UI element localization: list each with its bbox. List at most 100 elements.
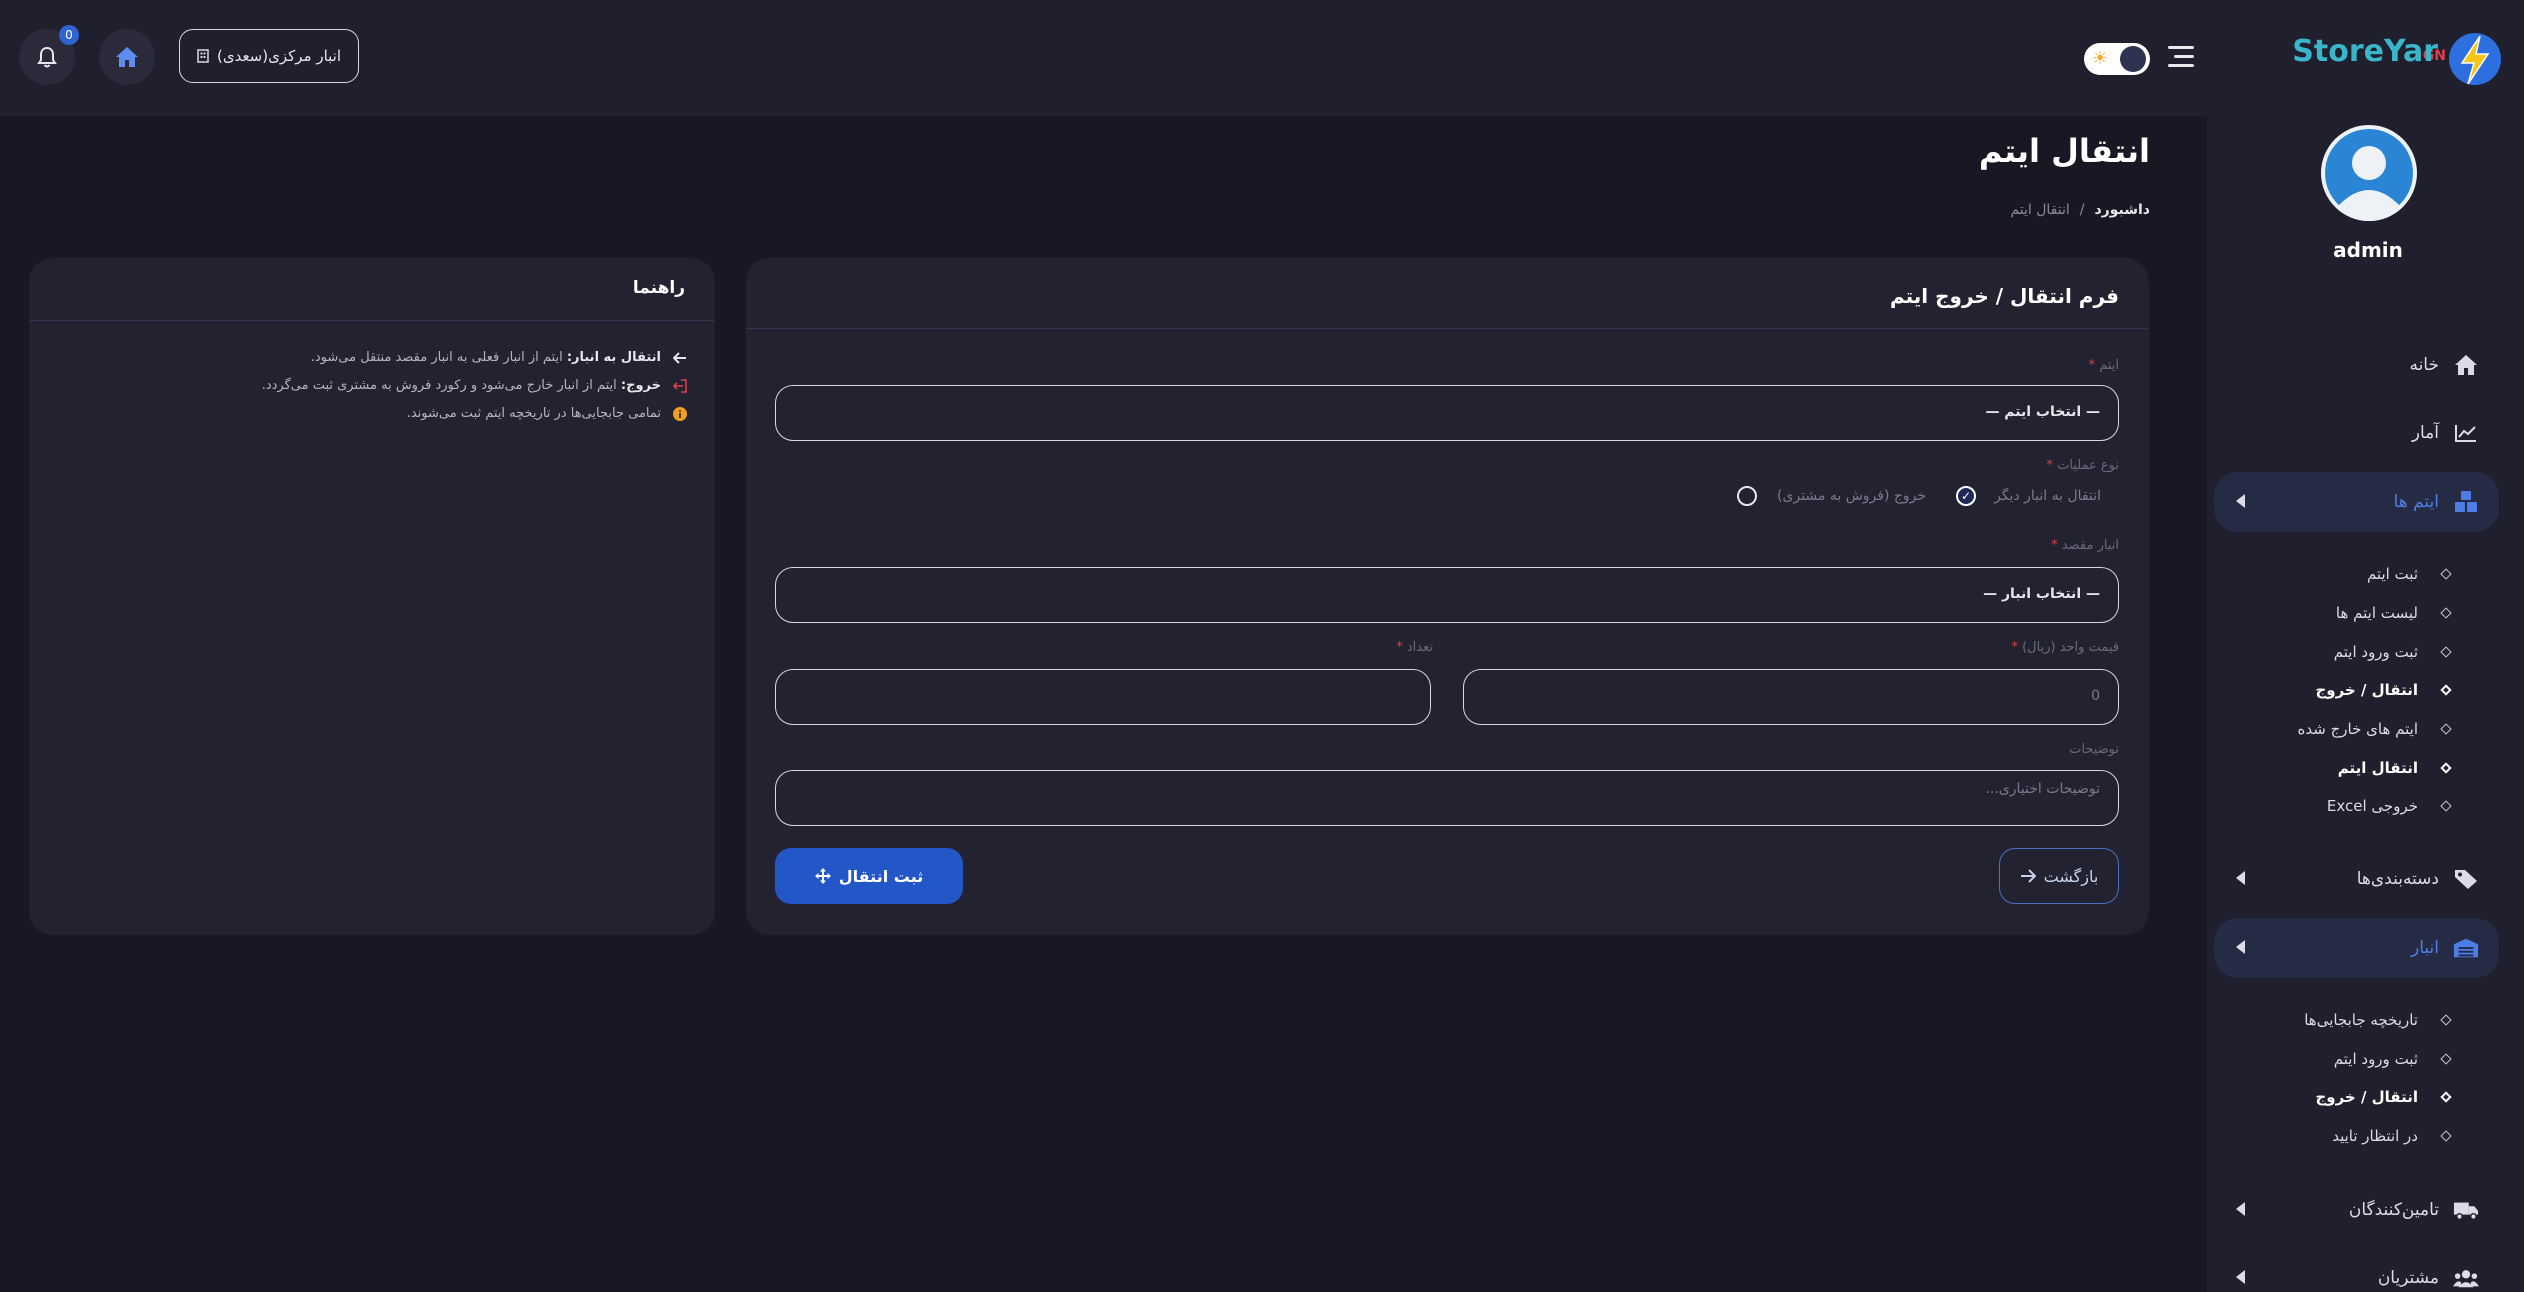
- truck-icon: [2453, 1197, 2479, 1223]
- breadcrumb-current: انتقال ایتم: [2010, 202, 2070, 218]
- sidebar-item-home[interactable]: خانه: [2214, 335, 2499, 395]
- radio-transfer[interactable]: [1956, 486, 1977, 506]
- divider: [29, 320, 715, 321]
- sub-item-label: انتقال / خروج: [2315, 1088, 2418, 1106]
- sidebar-item-items[interactable]: ایتم ها: [2214, 472, 2499, 532]
- sign-out-icon: [673, 378, 687, 393]
- radio-exit[interactable]: [1737, 486, 1758, 506]
- sidebar-item-stats[interactable]: آمار: [2214, 403, 2499, 463]
- brand-logo[interactable]: GN StoreYar: [2292, 26, 2512, 92]
- caret-left-icon: [2236, 1202, 2245, 1216]
- diamond-icon: [2440, 762, 2452, 774]
- arrow-right-icon: [2020, 869, 2036, 883]
- operation-type-group: انتقال به انبار دیگر خروج (فروش به مشتری…: [1737, 486, 2101, 506]
- menu-icon[interactable]: [2168, 46, 2194, 68]
- description-textarea[interactable]: توضیحات اختیاری...: [775, 770, 2119, 826]
- form-title: فرم انتقال / خروج ایتم: [1889, 284, 2119, 308]
- tags-icon: [2453, 866, 2479, 892]
- arrow-left-icon: [673, 351, 686, 364]
- sub-item-label: در انتظار تایید: [2332, 1127, 2418, 1145]
- store-label: انبار مرکزی(سعدی): [216, 47, 342, 65]
- destination-label: انبار مقصد *: [2051, 538, 2119, 553]
- item-label: ایتم *: [2088, 358, 2119, 373]
- theme-toggle[interactable]: ☀: [2084, 43, 2150, 75]
- diamond-icon: [2440, 800, 2452, 812]
- breadcrumb-home-link[interactable]: داشبورد: [2095, 202, 2151, 218]
- building-icon: [197, 49, 209, 63]
- sub-item-transfer-exit[interactable]: انتقال / خروج: [2254, 676, 2454, 704]
- item-select[interactable]: — انتخاب ایتم —: [775, 385, 2119, 441]
- description-placeholder: توضیحات اختیاری...: [1985, 781, 2100, 797]
- destination-select-value: — انتخاب انبار —: [1983, 586, 2100, 602]
- caret-left-icon: [2236, 871, 2245, 885]
- guide-line-history: تمامی جابجایی‌ها در تاریخچه ایتم ثبت می‌…: [407, 406, 687, 421]
- sidebar-item-categories[interactable]: دسته‌بندی‌ها: [2214, 849, 2499, 909]
- sub-item-add-item[interactable]: ثبت ایتم: [2254, 560, 2454, 588]
- operation-type-label: نوع عملیات *: [2046, 458, 2119, 473]
- sub-item-item-transfer[interactable]: انتقال ایتم: [2254, 754, 2454, 782]
- avatar[interactable]: [2321, 125, 2417, 221]
- user-avatar-icon: [2325, 129, 2413, 221]
- sidebar-item-label: ایتم ها: [2393, 492, 2439, 512]
- brand-name: StoreYar: [2292, 34, 2438, 69]
- sidebar-item-label: مشتریان: [2377, 1268, 2439, 1288]
- destination-select[interactable]: — انتخاب انبار —: [775, 567, 2119, 623]
- diamond-icon: [2440, 684, 2452, 696]
- quantity-input[interactable]: [775, 669, 1431, 725]
- sidebar-item-label: آمار: [2411, 423, 2439, 443]
- home-icon: [116, 47, 138, 67]
- warehouse-icon: [2453, 935, 2479, 961]
- sub-item-movement-history[interactable]: تاریخچه جابجایی‌ها: [2254, 1006, 2454, 1034]
- price-input[interactable]: 0: [1463, 669, 2119, 725]
- guide-line-exit: خروج: ایتم از انبار خارج می‌شود و رکورد …: [262, 378, 687, 393]
- caret-left-icon: [2236, 940, 2245, 954]
- sub-item-excel-export[interactable]: خروجی Excel: [2254, 792, 2454, 820]
- guide-line-transfer: انتقال به انبار: ایتم از انبار فعلی به ا…: [311, 350, 687, 365]
- sidebar-item-suppliers[interactable]: تامین‌کنندگان: [2214, 1180, 2499, 1240]
- back-button-label: بازگشت: [2043, 866, 2099, 886]
- back-button[interactable]: بازگشت: [1999, 848, 2119, 904]
- sub-item-pending-approval[interactable]: در انتظار تایید: [2254, 1122, 2454, 1150]
- home-icon: [2453, 352, 2479, 378]
- topbar: ☀ انبار مرکزی(سعدی) 0: [0, 0, 2207, 116]
- sub-item-item-entry[interactable]: ثبت ورود ایتم: [2254, 638, 2454, 666]
- sub-item-label: ایتم های خارج شده: [2297, 720, 2418, 738]
- sub-item-item-list[interactable]: لیست ایتم ها: [2254, 599, 2454, 627]
- price-placeholder: 0: [2091, 688, 2100, 704]
- notification-count-badge: 0: [59, 25, 79, 45]
- submit-transfer-button[interactable]: ثبت انتقال: [775, 848, 963, 904]
- sidebar-item-warehouse[interactable]: انبار: [2214, 918, 2499, 978]
- sidebar-item-label: دسته‌بندی‌ها: [2356, 869, 2439, 889]
- sidebar-item-customers[interactable]: مشتریان: [2214, 1248, 2499, 1292]
- sun-icon: ☀: [2091, 48, 2109, 69]
- sub-item-label: لیست ایتم ها: [2335, 604, 2418, 622]
- breadcrumb: داشبورد / انتقال ایتم: [2010, 202, 2150, 218]
- users-icon: [2453, 1265, 2479, 1291]
- sub-item-label: خروجی Excel: [2326, 797, 2418, 815]
- price-label: قیمت واحد (ریال) *: [2011, 640, 2119, 655]
- user-name: admin: [2333, 238, 2403, 262]
- sub-item-label: ثبت ورود ایتم: [2333, 643, 2418, 661]
- toggle-knob: [2120, 46, 2146, 72]
- boxes-icon: [2453, 489, 2479, 515]
- guide-card: راهنما انتقال به انبار: ایتم از انبار فع…: [29, 258, 715, 935]
- sidebar-item-label: خانه: [2409, 355, 2439, 375]
- diamond-icon: [2440, 1053, 2452, 1065]
- description-label: توضیحات: [2069, 742, 2119, 757]
- quantity-label: تعداد *: [1396, 640, 1433, 655]
- bell-icon: [37, 46, 57, 68]
- home-button[interactable]: [99, 29, 155, 85]
- item-select-value: — انتخاب ایتم —: [1985, 404, 2100, 420]
- bolt-logo-icon: [2449, 33, 2501, 85]
- move-arrows-icon: [814, 868, 831, 884]
- store-selector-button[interactable]: انبار مرکزی(سعدی): [179, 29, 359, 83]
- sub-item-transfer-exit-2[interactable]: انتقال / خروج: [2254, 1083, 2454, 1111]
- sub-item-label: تاریخچه جابجایی‌ها: [2304, 1011, 2418, 1029]
- sidebar-item-label: تامین‌کنندگان: [2348, 1200, 2439, 1220]
- diamond-icon: [2440, 1130, 2452, 1142]
- info-circle-icon: [673, 406, 687, 421]
- sub-item-exited-items[interactable]: ایتم های خارج شده: [2254, 715, 2454, 743]
- sub-item-item-entry-2[interactable]: ثبت ورود ایتم: [2254, 1045, 2454, 1073]
- diamond-icon: [2440, 1091, 2452, 1103]
- caret-left-icon: [2236, 494, 2245, 508]
